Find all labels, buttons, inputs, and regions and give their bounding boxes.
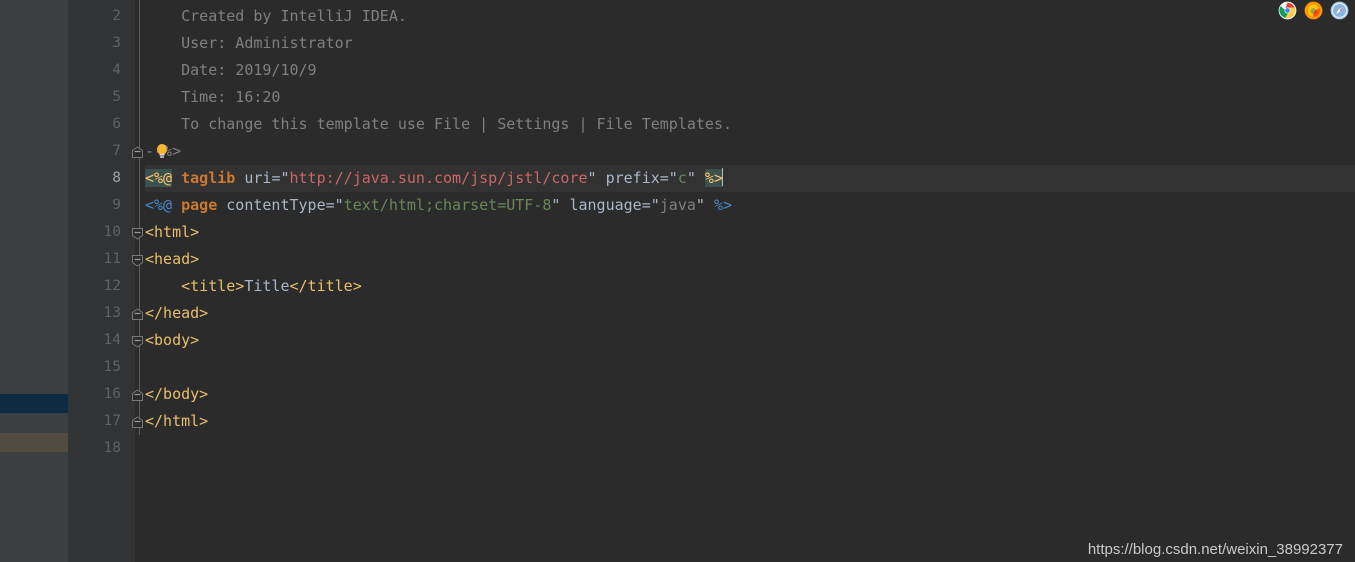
token-matched: %> <box>704 169 723 187</box>
token-tag: </title> <box>289 277 362 295</box>
code-line-17[interactable]: </html> <box>135 408 1355 435</box>
code-line-16[interactable]: </body> <box>135 381 1355 408</box>
firefox-icon[interactable] <box>1304 1 1323 20</box>
line-number-17[interactable]: 17 <box>71 408 121 435</box>
code-line-4[interactable]: Date: 2019/10/9 <box>135 57 1355 84</box>
token-quote: " <box>686 169 696 187</box>
text-caret <box>721 168 723 186</box>
line-number-3[interactable]: 3 <box>71 30 121 57</box>
line-number-2[interactable]: 2 <box>71 3 121 30</box>
line-number-gutter[interactable]: 2 3 4 5 6 7 8 9 10 11 12 13 14 15 16 17 18 <box>68 0 135 562</box>
line-number-13[interactable]: 13 <box>71 300 121 327</box>
token-url: http://java.sun.com/jsp/jstl/core <box>289 169 588 187</box>
token-comment: Created by IntelliJ IDEA. <box>145 7 407 25</box>
token-quote: " <box>280 169 290 187</box>
code-line-10[interactable]: <html> <box>135 219 1355 246</box>
code-editor-area[interactable]: Created by IntelliJ IDEA. User: Administ… <box>145 0 1355 562</box>
browser-preview-toolbar[interactable] <box>1278 1 1349 20</box>
changed-line-marker-olive[interactable] <box>0 433 68 452</box>
token-keyword: taglib <box>181 169 236 187</box>
line-number-5[interactable]: 5 <box>71 84 121 111</box>
token-jsp: <%@ <box>145 196 173 214</box>
token-attrname: contentType <box>226 196 326 214</box>
token-quote: " <box>668 169 678 187</box>
code-line-18[interactable] <box>135 435 1355 462</box>
token-plain: = <box>641 196 651 214</box>
token-tag: <html> <box>145 223 200 241</box>
token-comment: User: Administrator <box>145 34 353 52</box>
code-line-11[interactable]: <head> <box>135 246 1355 273</box>
token-tag: <title> <box>145 277 245 295</box>
line-number-4[interactable]: 4 <box>71 57 121 84</box>
token-attrname: prefix <box>605 169 660 187</box>
watermark-url: https://blog.csdn.net/weixin_38992377 <box>1087 541 1343 558</box>
token-string: c <box>677 169 687 187</box>
token-comment: Time: 16:20 <box>145 88 281 106</box>
code-line-8[interactable]: <%@ taglib uri="http://java.sun.com/jsp/… <box>135 165 1355 192</box>
safari-icon[interactable] <box>1330 1 1349 20</box>
line-number-10[interactable]: 10 <box>71 219 121 246</box>
line-number-11[interactable]: 11 <box>71 246 121 273</box>
line-number-8[interactable]: 8 <box>71 165 121 192</box>
line-number-18[interactable]: 18 <box>71 435 121 462</box>
code-line-5[interactable]: Time: 16:20 <box>135 84 1355 111</box>
token-plain: = <box>659 169 669 187</box>
intention-bulb-icon[interactable] <box>153 142 171 160</box>
token-tag: <body> <box>145 331 200 349</box>
token-quote: " <box>334 196 344 214</box>
token-comment: Date: 2019/10/9 <box>145 61 317 79</box>
token-string: text/html;charset=UTF-8 <box>343 196 552 214</box>
token-quote: " <box>650 196 660 214</box>
token-comment: To change this template use File | Setti… <box>145 115 732 133</box>
token-attrname: uri <box>244 169 272 187</box>
code-line-9[interactable]: <%@ page contentType="text/html;charset=… <box>135 192 1355 219</box>
line-number-6[interactable]: 6 <box>71 111 121 138</box>
code-line-6[interactable]: To change this template use File | Setti… <box>135 111 1355 138</box>
token-comment: java <box>659 196 696 214</box>
changed-line-marker-blue[interactable] <box>0 394 68 413</box>
code-line-3[interactable]: User: Administrator <box>135 30 1355 57</box>
token-jsp: %> <box>713 196 733 214</box>
chrome-icon[interactable] <box>1278 1 1297 20</box>
left-tool-panel <box>0 0 68 562</box>
line-number-16[interactable]: 16 <box>71 381 121 408</box>
code-line-14[interactable]: <body> <box>135 327 1355 354</box>
line-number-9[interactable]: 9 <box>71 192 121 219</box>
code-line-12[interactable]: <title>Title</title> <box>135 273 1355 300</box>
token-tag: </head> <box>145 304 209 322</box>
token-quote: " <box>587 169 597 187</box>
line-number-14[interactable]: 14 <box>71 327 121 354</box>
token-quote: " <box>695 196 705 214</box>
code-line-2[interactable]: Created by IntelliJ IDEA. <box>135 3 1355 30</box>
token-plain: = <box>325 196 335 214</box>
code-line-7[interactable]: --%> <box>135 138 1355 165</box>
token-text: Title <box>244 277 290 295</box>
code-line-15[interactable] <box>135 354 1355 381</box>
token-tag: </html> <box>145 412 209 430</box>
token-tag: <head> <box>145 250 200 268</box>
token-matched: <%@ <box>145 169 173 187</box>
token-attrname: language <box>569 196 642 214</box>
line-number-15[interactable]: 15 <box>71 354 121 381</box>
token-tag: </body> <box>145 385 209 403</box>
ide-editor-window: 2 3 4 5 6 7 8 9 10 11 12 13 14 15 16 17 18 Created by In… <box>0 0 1355 562</box>
token-keyword: page <box>181 196 218 214</box>
code-line-13[interactable]: </head> <box>135 300 1355 327</box>
line-number-12[interactable]: 12 <box>71 273 121 300</box>
line-number-7[interactable]: 7 <box>71 138 121 165</box>
